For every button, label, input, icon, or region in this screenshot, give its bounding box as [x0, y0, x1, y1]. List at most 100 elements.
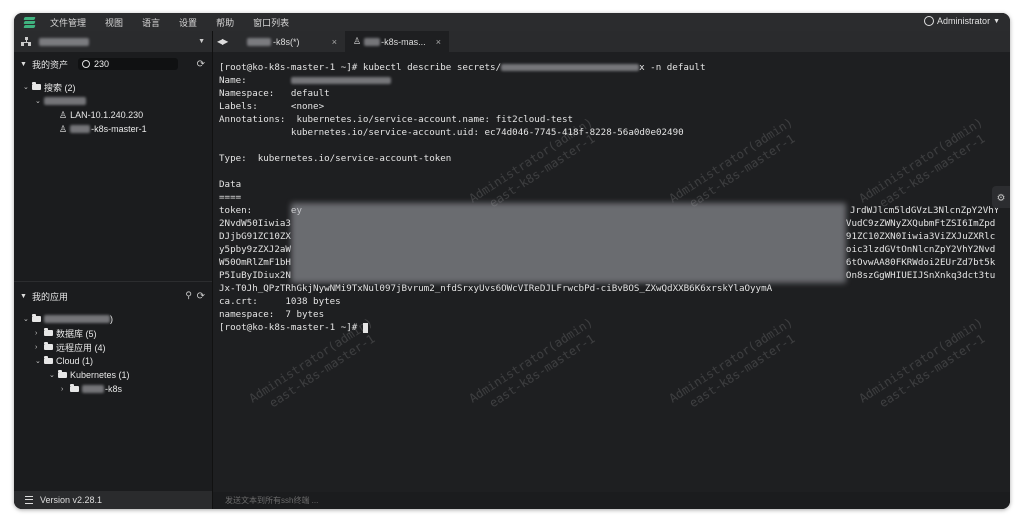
tree-item-node-1[interactable]: ♙ LAN-10.1.240.230	[14, 108, 212, 122]
close-icon[interactable]: ×	[436, 37, 441, 47]
menu-file-manager[interactable]: 文件管理	[50, 16, 86, 29]
search-icon[interactable]: ⚲	[185, 290, 192, 301]
tree-item-group[interactable]: ⌄	[14, 94, 212, 108]
terminal-line: [root@ko-k8s-master-1 ~]# kubectl descri…	[219, 62, 706, 73]
asset-search-input[interactable]: 230	[77, 58, 178, 70]
chevron-down-icon: ⌄	[23, 316, 29, 323]
tree-item-remote-app[interactable]: › 远程应用 (4)	[14, 340, 212, 354]
chevron-down-icon: ⌄	[23, 84, 29, 91]
network-icon	[21, 37, 31, 46]
chevron-down-icon: ⌄	[35, 358, 41, 365]
user-icon	[924, 16, 935, 26]
token-redacted	[291, 203, 846, 283]
tab-prefix-redacted	[364, 37, 381, 46]
tab-k8s-master[interactable]: ♙ -k8s-mas... ×	[345, 31, 449, 52]
terminal-line: Annotations: kubernetes.io/service-accou…	[219, 114, 574, 125]
chevron-right-icon: ›	[35, 343, 38, 351]
apps-title: 我的应用	[31, 291, 68, 302]
group-name-redacted	[44, 97, 86, 105]
menu-settings[interactable]: 设置	[179, 16, 197, 29]
chevron-down-icon: ▼	[198, 38, 205, 45]
app-window: 文件管理 视图 语言 设置 帮助 窗口列表 Administrator ▼ ▼ …	[14, 13, 1010, 509]
terminal-line: kubernetes.io/service-account.uid: ec74d…	[219, 127, 684, 138]
user-menu[interactable]: Administrator ▼	[924, 16, 1000, 26]
app-logo-icon	[23, 16, 36, 29]
terminal-line: ca.crt: 1038 bytes	[219, 296, 341, 307]
tree-item-k8s-cluster[interactable]: › -k8s	[14, 382, 212, 396]
linux-icon: ♙	[353, 36, 362, 46]
tab-bar: ◀▶ -k8s(*) × ♙ -k8s-mas... ×	[213, 31, 1010, 52]
tree-item-app-root[interactable]: ⌄ )	[14, 312, 212, 326]
tree-item-kubernetes[interactable]: ⌄ Kubernetes (1)	[14, 368, 212, 382]
folder-icon	[44, 328, 53, 336]
terminal-line: Namespace: default	[219, 88, 330, 99]
chevron-down-icon: ⌄	[49, 372, 55, 379]
tab-label: -k8s-mas...	[381, 36, 426, 47]
tree-label: 搜索 (2)	[44, 82, 76, 93]
terminal-output: [root@ko-k8s-master-1 ~]# kubectl descri…	[219, 61, 999, 334]
sidebar: ▼ ▼ 我的资产 230 ⟳ ⌄ 搜索 (2) ⌄ ♙ LAN-10.1.240…	[14, 31, 213, 509]
tab-k8s[interactable]: -k8s(*) ×	[239, 31, 345, 52]
tree-label: Cloud (1)	[56, 356, 94, 366]
terminal-line: Type: kubernetes.io/service-account-toke…	[219, 153, 452, 164]
refresh-icon[interactable]: ⟳	[197, 59, 205, 70]
linux-icon: ♙	[59, 123, 68, 134]
assets-title: 我的资产	[31, 59, 68, 70]
sidebar-divider	[14, 281, 212, 282]
host-name-redacted	[39, 37, 89, 46]
tab-prefix-redacted	[247, 37, 271, 46]
tree-label: 数据库 (5)	[56, 328, 97, 339]
folder-icon	[58, 370, 67, 378]
chevron-down-icon: ⌄	[35, 98, 41, 105]
menu-help[interactable]: 帮助	[216, 16, 234, 29]
app-tree: ⌄ ) › 数据库 (5) › 远程应用 (4) ⌄ Cloud (1) ⌄ K…	[14, 312, 212, 396]
gear-icon[interactable]: ⚙	[992, 186, 1010, 208]
search-icon	[81, 60, 90, 68]
caret-down-icon: ▼	[993, 17, 1000, 25]
menu-view[interactable]: 视图	[105, 16, 123, 29]
tab-label: -k8s(*)	[273, 36, 300, 47]
close-icon[interactable]: ×	[332, 37, 337, 47]
terminal[interactable]: Administrator(admin) east-k8s-master-1 A…	[213, 52, 1010, 492]
asset-search-value: 230	[93, 59, 109, 69]
terminal-line: Name:	[219, 74, 999, 87]
tree-label: LAN-10.1.240.230	[70, 110, 144, 120]
tree-item-search[interactable]: ⌄ 搜索 (2)	[14, 80, 212, 94]
menu-bar: 文件管理 视图 语言 设置 帮助 窗口列表 Administrator ▼	[14, 13, 1010, 31]
collapse-triangle-icon[interactable]: ▼	[20, 61, 27, 68]
tree-item-node-2[interactable]: ♙ -k8s-master-1	[14, 122, 212, 136]
terminal-cursor	[362, 322, 368, 333]
tree-item-cloud[interactable]: ⌄ Cloud (1)	[14, 354, 212, 368]
collapse-triangle-icon[interactable]: ▼	[20, 293, 27, 300]
tree-label: -k8s	[105, 384, 123, 394]
terminal-line: namespace: 7 bytes	[219, 309, 325, 320]
node-prefix-redacted	[70, 125, 91, 133]
version-label: Version v2.28.1	[40, 495, 103, 505]
tree-item-database[interactable]: › 数据库 (5)	[14, 326, 212, 340]
broadcast-input[interactable]: 发送文本到所有ssh终端 ...	[213, 492, 1010, 509]
menu-list-icon[interactable]	[25, 496, 33, 504]
menu-language[interactable]: 语言	[142, 16, 160, 29]
assets-header: ▼ 我的资产 230 ⟳	[14, 55, 212, 73]
asset-tree: ⌄ 搜索 (2) ⌄ ♙ LAN-10.1.240.230 ♙ -k8s-mas…	[14, 80, 212, 136]
folder-icon	[32, 82, 41, 90]
host-select[interactable]: ▼	[14, 31, 212, 52]
refresh-icon[interactable]: ⟳	[197, 291, 205, 302]
menu-window-list[interactable]: 窗口列表	[253, 16, 289, 29]
linux-icon: ♙	[59, 109, 68, 120]
folder-icon	[44, 356, 53, 364]
broadcast-placeholder: 发送文本到所有ssh终端 ...	[225, 496, 319, 505]
sidebar-footer: Version v2.28.1	[14, 491, 212, 509]
folder-icon	[44, 342, 53, 350]
tree-label: -k8s-master-1	[91, 124, 147, 134]
chevron-right-icon: ›	[35, 329, 38, 337]
folder-icon	[70, 384, 79, 392]
terminal-line: Jx-T0Jh_QPzTRhGkjNywNMi9TxNul097jBvrum2_…	[219, 283, 773, 294]
tab-scroll-arrows-icon[interactable]: ◀▶	[217, 37, 239, 46]
app-root-redacted	[44, 315, 110, 323]
user-name: Administrator	[937, 16, 991, 26]
folder-icon	[32, 314, 41, 322]
terminal-line: Labels: <none>	[219, 101, 325, 112]
